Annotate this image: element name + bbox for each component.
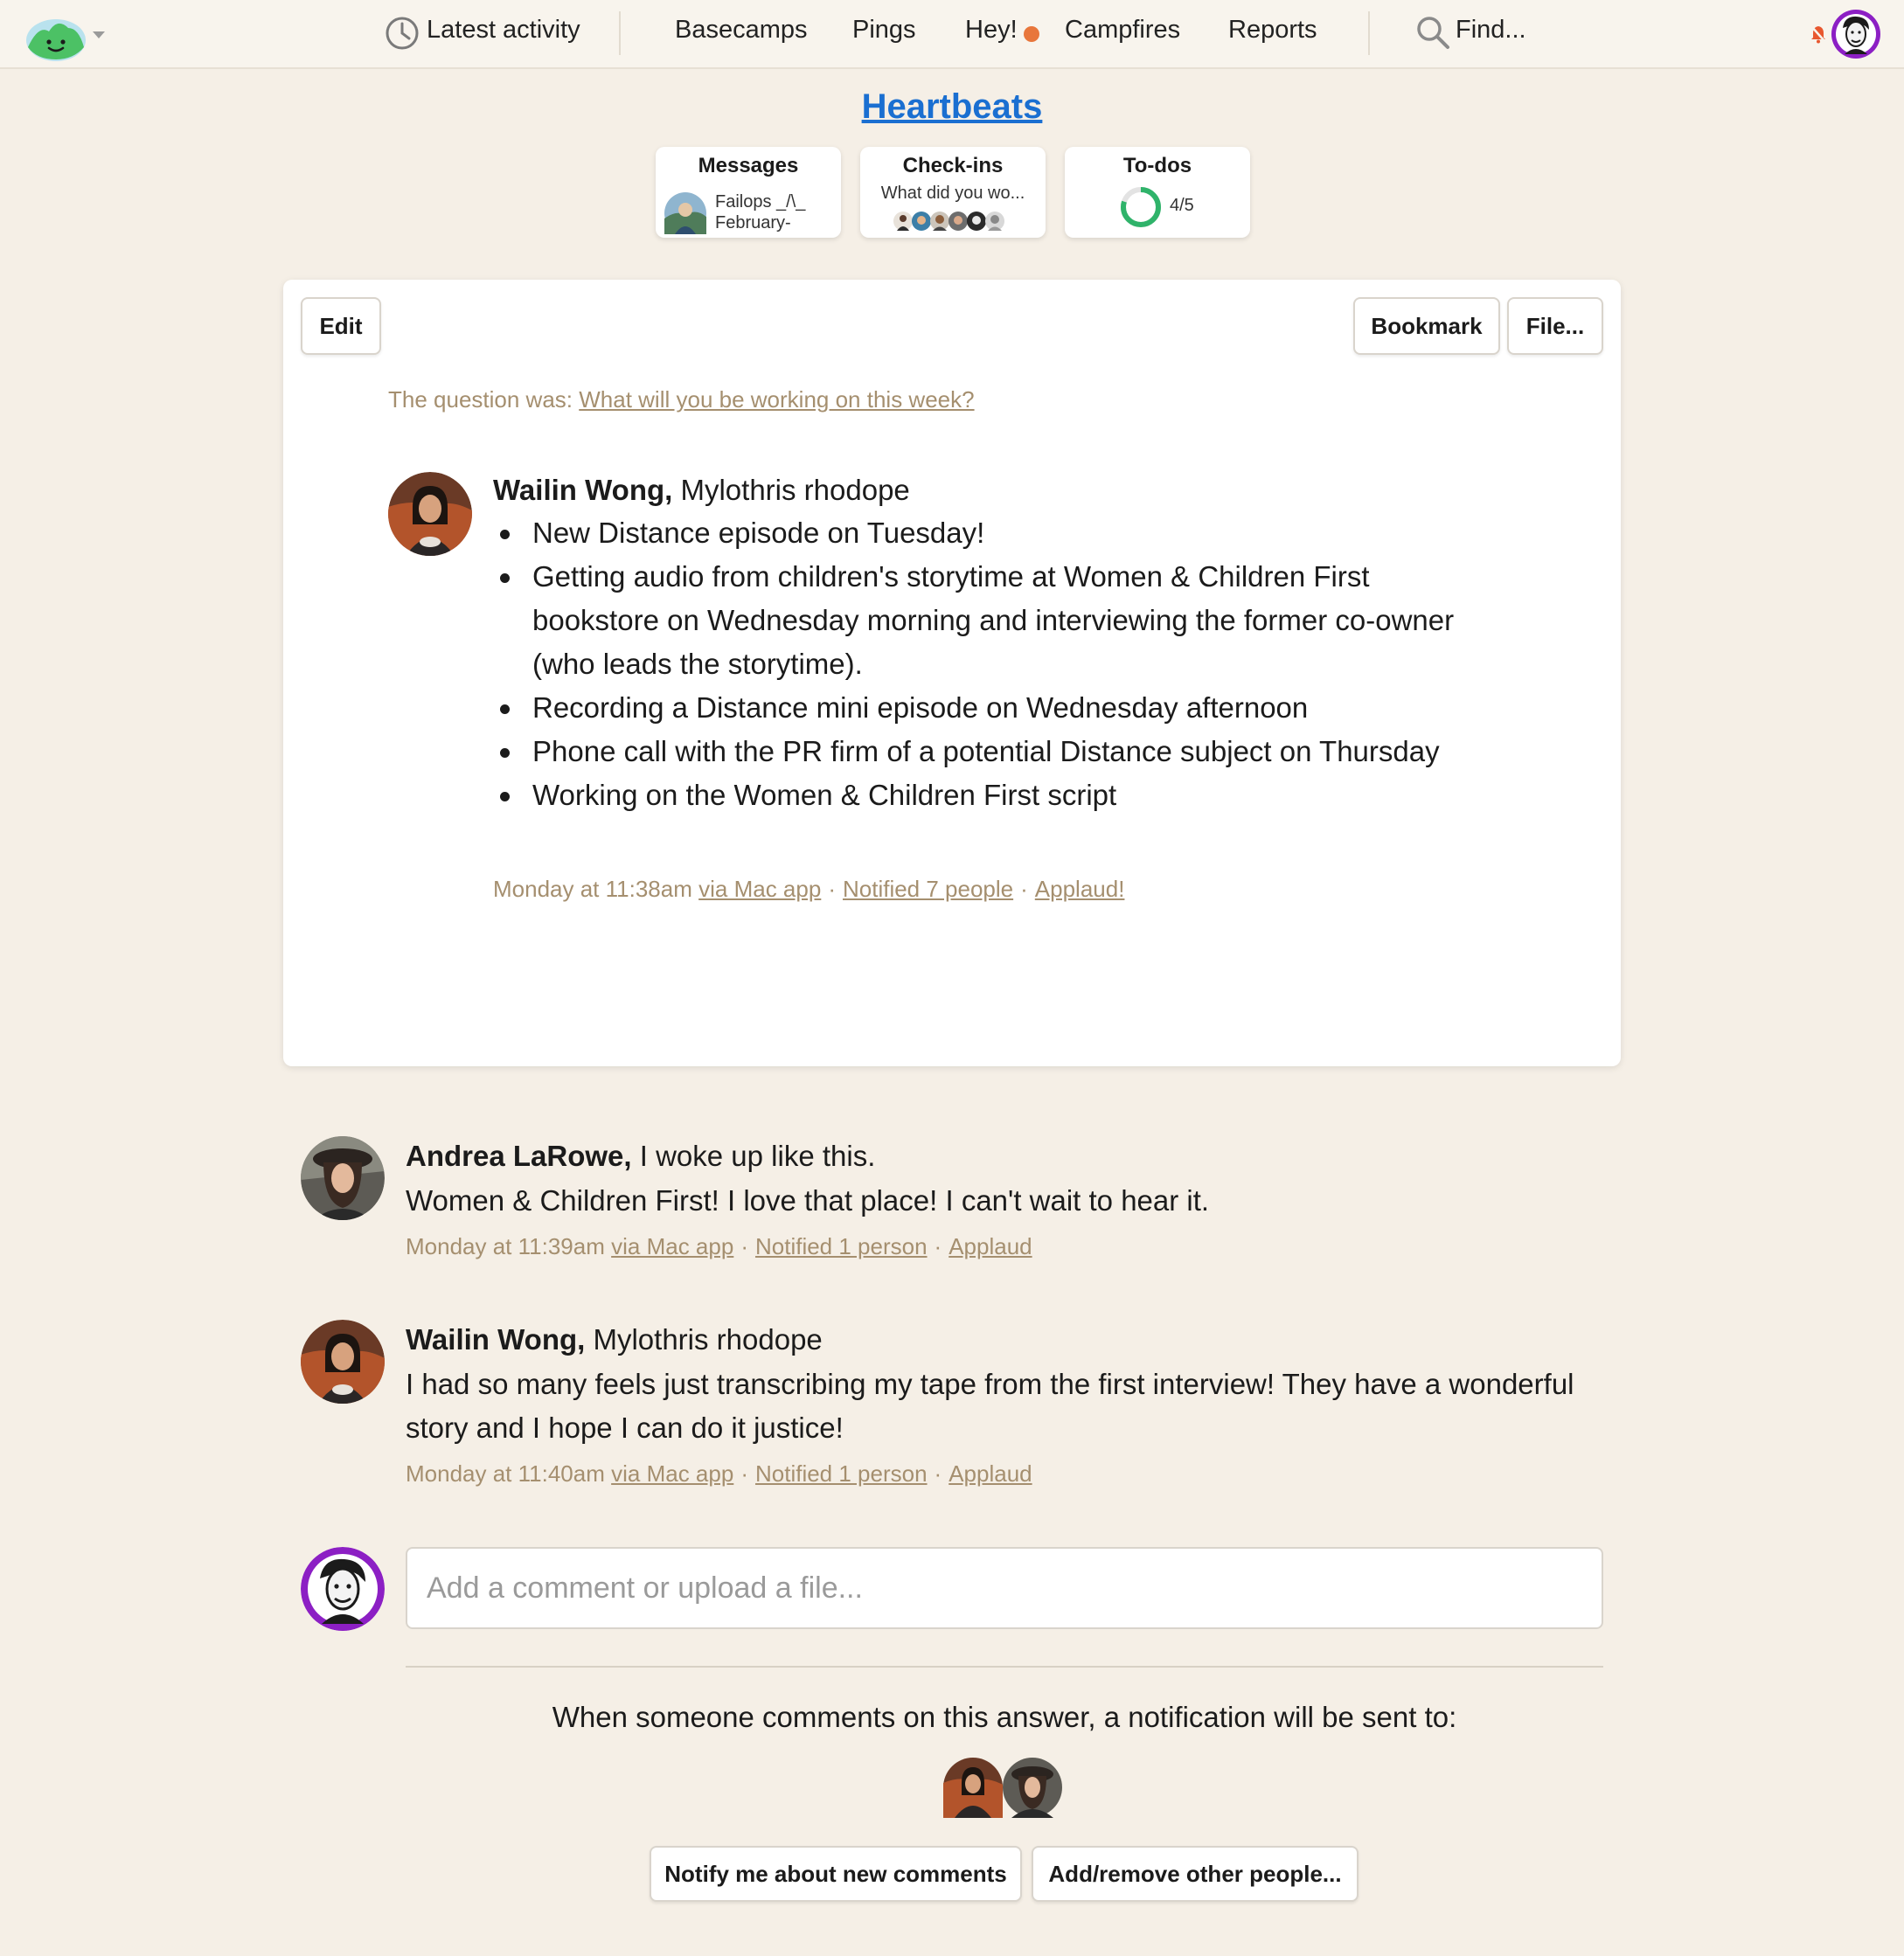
nav-divider xyxy=(619,11,621,55)
applaud-link[interactable]: Applaud xyxy=(949,1233,1032,1259)
applaud-link[interactable]: Applaud! xyxy=(1035,876,1125,902)
basecamp-logo-icon[interactable] xyxy=(23,9,89,61)
answer-author: Wailin Wong, Mylothris rhodope xyxy=(493,474,910,507)
project-title[interactable]: Heartbeats xyxy=(0,87,1904,127)
tile-title: Messages xyxy=(698,154,799,177)
timestamp: Monday at 11:40am xyxy=(406,1460,605,1487)
nav-campfires[interactable]: Campfires xyxy=(1065,16,1180,45)
avatar xyxy=(1003,1758,1062,1818)
nav-basecamps[interactable]: Basecamps xyxy=(675,16,808,45)
comment-author: Andrea LaRowe, I woke up like this. xyxy=(406,1140,875,1173)
avatar[interactable] xyxy=(301,1136,385,1220)
tile-title: Check-ins xyxy=(902,154,1004,177)
list-item: Working on the Women & Children First sc… xyxy=(493,773,1498,817)
list-item: Getting audio from children's storytime … xyxy=(493,555,1498,686)
avatar xyxy=(943,1758,1003,1818)
answer-list: New Distance episode on Tuesday! Getting… xyxy=(493,511,1498,817)
comment-body: I had so many feels just transcribing my… xyxy=(406,1368,1574,1444)
notified-link[interactable]: Notified 1 person xyxy=(755,1233,928,1259)
tile-message-date: February- xyxy=(715,213,791,232)
file-button[interactable]: File... xyxy=(1507,297,1603,355)
timestamp: Monday at 11:38am xyxy=(493,876,692,902)
subscriber-avatars[interactable] xyxy=(942,1757,1065,1818)
search-icon xyxy=(1417,17,1449,49)
tile-message-title: Failops _/\_ xyxy=(715,192,806,212)
nav-reports[interactable]: Reports xyxy=(1228,16,1317,45)
author-name[interactable]: Andrea LaRowe, xyxy=(406,1140,632,1172)
todo-progress-count: 4/5 xyxy=(1170,196,1194,215)
applaud-link[interactable]: Applaud xyxy=(949,1460,1032,1487)
author-name[interactable]: Wailin Wong, xyxy=(406,1323,585,1356)
list-item: Phone call with the PR firm of a potenti… xyxy=(493,730,1498,773)
question-line: The question was: What will you be worki… xyxy=(388,386,975,413)
chevron-down-icon[interactable] xyxy=(93,31,105,38)
add-remove-people-button[interactable]: Add/remove other people... xyxy=(1032,1846,1359,1902)
via-link[interactable]: via Mac app xyxy=(611,1233,733,1259)
notified-link[interactable]: Notified 7 people xyxy=(843,876,1013,902)
timestamp: Monday at 11:39am xyxy=(406,1233,605,1259)
subscribers-text: When someone comments on this answer, a … xyxy=(552,1701,1457,1733)
unread-dot xyxy=(1024,26,1039,42)
nav-pings[interactable]: Pings xyxy=(852,16,916,45)
question-link[interactable]: What will you be working on this week? xyxy=(579,386,974,413)
bell-muted-icon[interactable] xyxy=(1810,24,1827,44)
nav-find[interactable]: Find... xyxy=(1456,16,1526,45)
todo-progress-ring xyxy=(1121,187,1161,227)
my-avatar[interactable] xyxy=(1831,9,1881,59)
notify-me-button[interactable]: Notify me about new comments xyxy=(650,1846,1022,1902)
edit-button[interactable]: Edit xyxy=(301,297,381,355)
answer-card: Edit Bookmark File... The question was: … xyxy=(283,280,1621,1066)
comment-input[interactable] xyxy=(406,1547,1603,1629)
nav-divider xyxy=(1368,11,1370,55)
bookmark-button[interactable]: Bookmark xyxy=(1353,297,1500,355)
top-nav: Latest activity Basecamps Pings Hey! Cam… xyxy=(0,0,1904,69)
tile-todos[interactable]: To-dos 4/5 xyxy=(1065,147,1250,238)
author-name[interactable]: Wailin Wong, xyxy=(493,474,672,506)
tile-checkin-question: What did you wo... xyxy=(880,184,1025,203)
avatar[interactable] xyxy=(388,472,472,556)
comment-meta: Monday at 11:40am via Mac app · Notified 1… xyxy=(406,1460,1032,1487)
comment-body: Women & Children First! I love that plac… xyxy=(406,1184,1210,1217)
clock-icon xyxy=(386,17,419,50)
notified-link[interactable]: Notified 1 person xyxy=(755,1460,928,1487)
divider xyxy=(406,1666,1603,1668)
comment-author: Wailin Wong, Mylothris rhodope xyxy=(406,1323,823,1356)
tile-messages[interactable]: Messages Failops _/\_ February- xyxy=(656,147,841,238)
question-prefix: The question was: xyxy=(388,386,573,413)
participant-avatars xyxy=(893,212,1004,231)
via-link[interactable]: via Mac app xyxy=(611,1460,733,1487)
author-title: I woke up like this. xyxy=(639,1140,876,1172)
avatar[interactable] xyxy=(301,1320,385,1404)
list-item: New Distance episode on Tuesday! xyxy=(493,511,1498,555)
avatar xyxy=(664,192,706,234)
nav-latest-activity[interactable]: Latest activity xyxy=(427,16,580,45)
list-item: Recording a Distance mini episode on Wed… xyxy=(493,686,1498,730)
my-avatar xyxy=(301,1547,385,1631)
comment-meta: Monday at 11:39am via Mac app · Notified 1… xyxy=(406,1233,1032,1259)
author-title: Mylothris rhodope xyxy=(593,1323,823,1356)
answer-meta: Monday at 11:38am via Mac app · Notified 7… xyxy=(493,876,1125,902)
nav-hey[interactable]: Hey! xyxy=(965,16,1018,45)
tile-title: To-dos xyxy=(1122,154,1192,177)
tile-checkins[interactable]: Check-ins What did you wo... xyxy=(860,147,1046,238)
via-link[interactable]: via Mac app xyxy=(698,876,821,902)
author-title: Mylothris rhodope xyxy=(680,474,910,506)
